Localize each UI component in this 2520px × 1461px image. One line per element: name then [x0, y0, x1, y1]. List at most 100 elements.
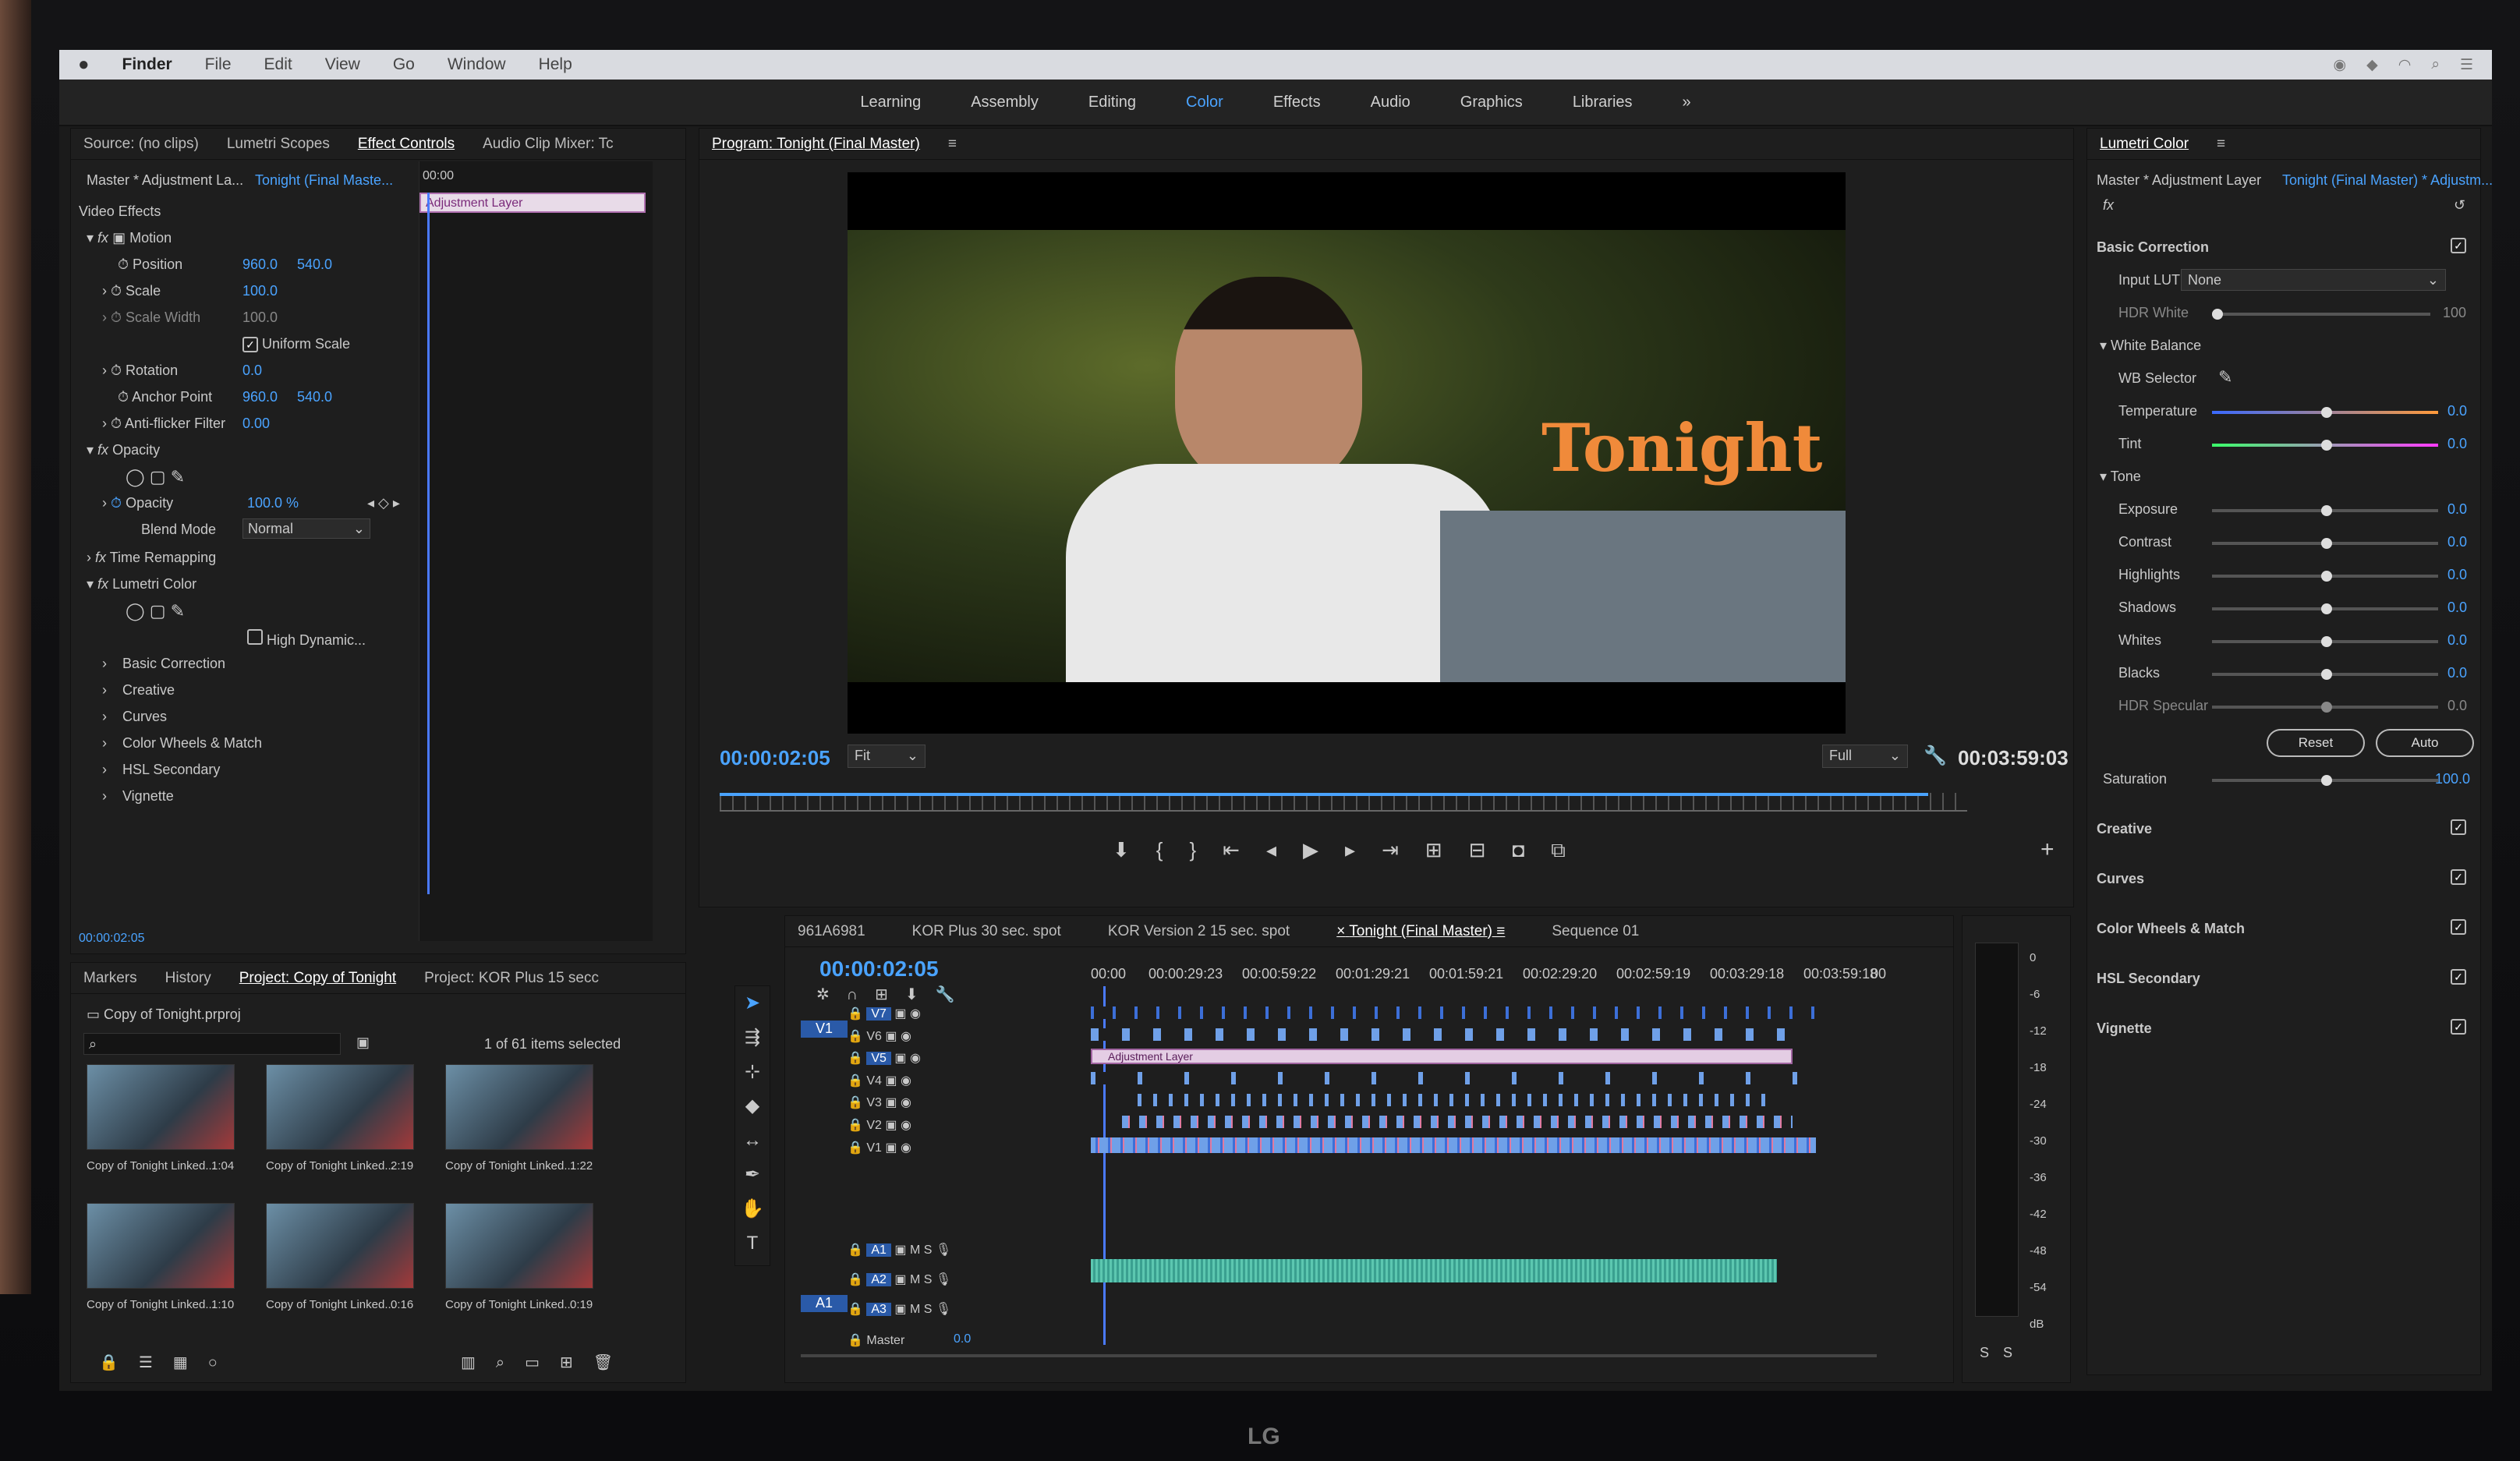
pen-mask-icon[interactable]: ✎	[171, 601, 185, 621]
new-item-icon[interactable]: ⊞	[560, 1354, 593, 1371]
tab-effect-controls[interactable]: Effect Controls	[358, 136, 455, 153]
ec-sub-wheels[interactable]: › Color Wheels & Match	[102, 735, 262, 752]
project-item-name-4[interactable]: Copy of Tonight Linked...	[87, 1298, 215, 1311]
project-item-thumb-1[interactable]	[87, 1064, 235, 1150]
apple-icon[interactable]: ●	[78, 54, 90, 76]
highlights-slider[interactable]	[2212, 571, 2438, 582]
track-label-v5[interactable]: V5	[866, 1052, 891, 1066]
high-dynamic-row[interactable]: High Dynamic...	[247, 629, 366, 649]
trash-icon[interactable]: 🗑	[593, 1354, 633, 1371]
ws-effects[interactable]: Effects	[1273, 94, 1321, 111]
highlights-value[interactable]: 0.0	[2447, 567, 2467, 583]
mute-a2-button[interactable]: M	[910, 1273, 920, 1286]
menu-finder[interactable]: Finder	[122, 55, 172, 74]
go-to-in-icon[interactable]: ⇤	[1223, 838, 1266, 861]
lumetri-title[interactable]: Lumetri Color	[2100, 136, 2189, 153]
exposure-knob[interactable]	[2321, 505, 2332, 516]
ec-sub-basic[interactable]: › Basic Correction	[102, 656, 225, 672]
mute-a3-button[interactable]: M	[910, 1303, 920, 1316]
tint-value[interactable]: 0.0	[2447, 436, 2467, 452]
rect-mask-icon[interactable]: ▢	[150, 467, 166, 486]
wifi-icon[interactable]: ◠	[2398, 56, 2412, 74]
project-item-thumb-2[interactable]	[266, 1064, 414, 1150]
blend-mode-select[interactable]: Normal ⌄	[242, 518, 370, 539]
play-icon[interactable]: ▶	[1303, 838, 1345, 861]
menu-edit[interactable]: Edit	[264, 55, 292, 74]
keyframe-nav-icon[interactable]: ◂ ◇ ▸	[367, 495, 400, 511]
ws-libraries[interactable]: Libraries	[1573, 94, 1633, 111]
automate-icon[interactable]: ▥	[461, 1354, 496, 1371]
mic-icon[interactable]: 🎙	[936, 1243, 951, 1257]
wrench-icon[interactable]: 🔧	[1924, 745, 1947, 767]
project-item-name-6[interactable]: Copy of Tonight Linked...	[445, 1298, 574, 1311]
solo-a3-button[interactable]: S	[924, 1303, 933, 1316]
mic-icon[interactable]: 🎙	[936, 1273, 951, 1286]
position-y-value[interactable]: 540.0	[297, 256, 332, 273]
mark-out-icon[interactable]: }	[1189, 838, 1223, 861]
selection-tool-icon[interactable]: ➤	[735, 986, 770, 1021]
color-wheels-header[interactable]: Color Wheels & Match	[2097, 921, 2245, 937]
exposure-value[interactable]: 0.0	[2447, 501, 2467, 518]
extract-icon[interactable]: ⊟	[1469, 838, 1513, 861]
pen-mask-icon[interactable]: ✎	[171, 467, 185, 486]
tab-history[interactable]: History	[165, 970, 211, 987]
track-select-tool-icon[interactable]: ⇶	[735, 1021, 770, 1055]
ec-sub-curves[interactable]: › Curves	[102, 709, 167, 725]
hdr-specular-knob[interactable]	[2321, 702, 2332, 713]
motion-row[interactable]: ▾ fx ▣ Motion	[87, 230, 172, 246]
tab-source[interactable]: Source: (no clips)	[83, 136, 199, 153]
dropbox-icon[interactable]: ◆	[2366, 56, 2378, 74]
v3-clips[interactable]	[1138, 1094, 1777, 1106]
nest-icon[interactable]: ✲	[816, 986, 847, 1003]
razor-tool-icon[interactable]: ◆	[735, 1089, 770, 1123]
white-balance-header[interactable]: ▾ White Balance	[2100, 338, 2201, 354]
spotlight-icon[interactable]: ⌕	[2431, 56, 2440, 74]
opacity-value[interactable]: 100.0 %	[247, 495, 299, 511]
reset-effect-icon[interactable]: ↺	[2454, 197, 2465, 214]
snap-icon[interactable]: ∩	[847, 986, 875, 1003]
lock-icon[interactable]: 🔒	[99, 1354, 139, 1371]
menu-go[interactable]: Go	[393, 55, 415, 74]
tint-slider[interactable]	[2212, 440, 2438, 451]
basic-correction-header[interactable]: Basic Correction	[2097, 239, 2209, 256]
tab-lumetri-scopes[interactable]: Lumetri Scopes	[227, 136, 330, 153]
highlights-knob[interactable]	[2321, 571, 2332, 582]
saturation-knob[interactable]	[2321, 775, 2332, 786]
scale-value[interactable]: 100.0	[242, 283, 278, 299]
linked-selection-icon[interactable]: ⊞	[875, 986, 905, 1003]
marker-icon[interactable]: ⬇	[905, 986, 936, 1003]
project-item-thumb-4[interactable]	[87, 1203, 235, 1289]
v7-clips[interactable]	[1091, 1006, 1816, 1019]
auto-button[interactable]: Auto	[2376, 729, 2474, 757]
program-title[interactable]: Program: Tonight (Final Master)	[712, 136, 920, 153]
lumetri-sequence-label[interactable]: Tonight (Final Master) * Adjustm...	[2282, 172, 2492, 189]
tab-project-copy-of-tonight[interactable]: Project: Copy of Tonight	[239, 970, 396, 987]
track-label-v7[interactable]: V7	[866, 1007, 891, 1021]
ws-audio[interactable]: Audio	[1371, 94, 1410, 111]
contrast-slider[interactable]	[2212, 538, 2438, 549]
rect-mask-icon[interactable]: ▢	[150, 601, 166, 621]
track-label-a3[interactable]: A3	[866, 1303, 891, 1316]
menu-help[interactable]: Help	[539, 55, 572, 74]
mark-in-icon[interactable]: {	[1156, 838, 1190, 861]
track-header-v7[interactable]: 🔒 V7 ▣ ◉	[848, 1003, 921, 1026]
tab-seq-sequence-01[interactable]: Sequence 01	[1552, 923, 1639, 940]
project-item-name-1[interactable]: Copy of Tonight Linked...	[87, 1159, 215, 1173]
temperature-slider[interactable]	[2212, 407, 2438, 418]
ws-more-button[interactable]: »	[1683, 94, 1691, 111]
lumetri-master-label[interactable]: Master * Adjustment Layer	[2097, 172, 2261, 189]
program-current-timecode[interactable]: 00:00:02:05	[720, 746, 830, 770]
vignette-header[interactable]: Vignette	[2097, 1021, 2152, 1037]
whites-knob[interactable]	[2321, 636, 2332, 647]
find-icon[interactable]: ⌕	[496, 1354, 525, 1371]
menu-view[interactable]: View	[325, 55, 360, 74]
ellipse-mask-icon[interactable]: ◯	[126, 601, 145, 621]
creative-checkbox[interactable]: ✓	[2451, 819, 2466, 835]
ws-graphics[interactable]: Graphics	[1460, 94, 1523, 111]
timeline-ruler[interactable]: 00:00 00:00:29:23 00:00:59:22 00:01:29:2…	[1091, 966, 1886, 989]
position-x-value[interactable]: 960.0	[242, 256, 278, 273]
menu-file[interactable]: File	[205, 55, 232, 74]
ripple-edit-tool-icon[interactable]: ⊹	[735, 1055, 770, 1089]
program-viewer[interactable]: Tonight	[848, 172, 1846, 734]
tab-seq-961a6981[interactable]: 961A6981	[798, 923, 865, 940]
